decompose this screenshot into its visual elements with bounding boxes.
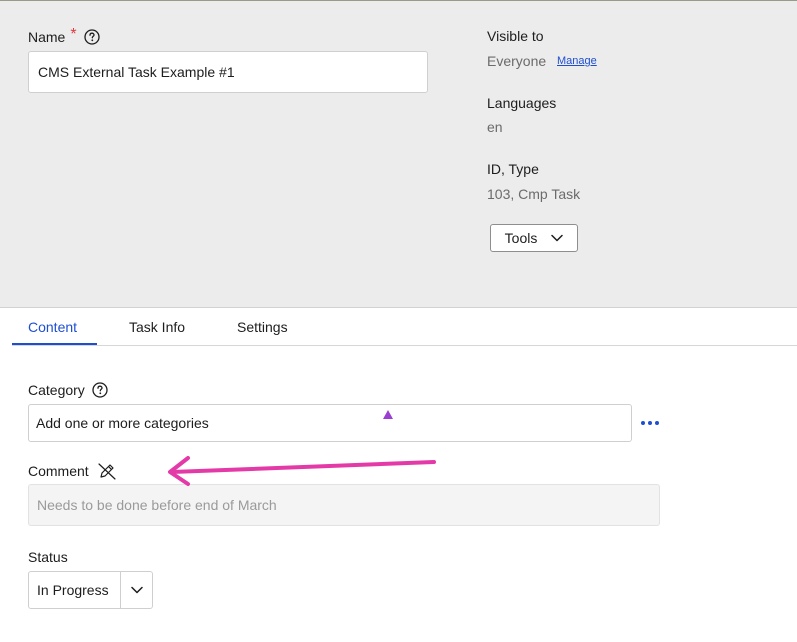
help-icon[interactable] [92,382,108,398]
name-field-label: Name * [28,26,100,46]
tools-button-label: Tools [504,230,538,246]
category-input[interactable]: Add one or more categories [28,404,632,442]
id-type-value: 103, Cmp Task [487,186,581,202]
help-icon[interactable] [83,29,100,45]
name-input[interactable]: CMS External Task Example #1 [28,51,428,93]
languages-label: Languages [487,95,557,111]
comment-label-text: Comment [28,463,89,479]
tools-dropdown-button[interactable]: Tools [490,224,578,252]
edit-off-icon[interactable] [97,462,117,480]
category-label-text: Category [28,382,85,398]
more-icon [641,421,645,425]
id-type-label: ID, Type [487,161,539,177]
tab-content[interactable]: Content [28,319,77,335]
required-indicator: * [70,26,77,43]
annotation-arrow [168,456,436,486]
tab-task-info[interactable]: Task Info [129,319,185,335]
name-label-text: Name [28,29,66,45]
tab-settings[interactable]: Settings [237,319,288,335]
visible-to-label: Visible to [487,28,544,44]
status-label: Status [28,549,68,565]
status-selected-value: In Progress [37,582,109,598]
chevron-down-icon [551,234,564,242]
manage-visibility-link[interactable]: Manage [557,55,597,67]
active-tab-indicator [12,343,97,345]
languages-value: en [487,119,503,135]
visible-to-value: Everyone [487,53,547,69]
more-options-button[interactable] [640,416,660,430]
category-field-label: Category [28,382,108,398]
status-select[interactable]: In Progress [28,571,153,609]
record-header-panel [0,0,797,308]
chevron-down-icon [130,586,143,594]
status-chevron[interactable] [121,586,152,594]
tab-bar: Content Task Info Settings [12,309,797,346]
comment-field-label: Comment [28,462,117,480]
cursor-marker-icon [383,410,393,419]
